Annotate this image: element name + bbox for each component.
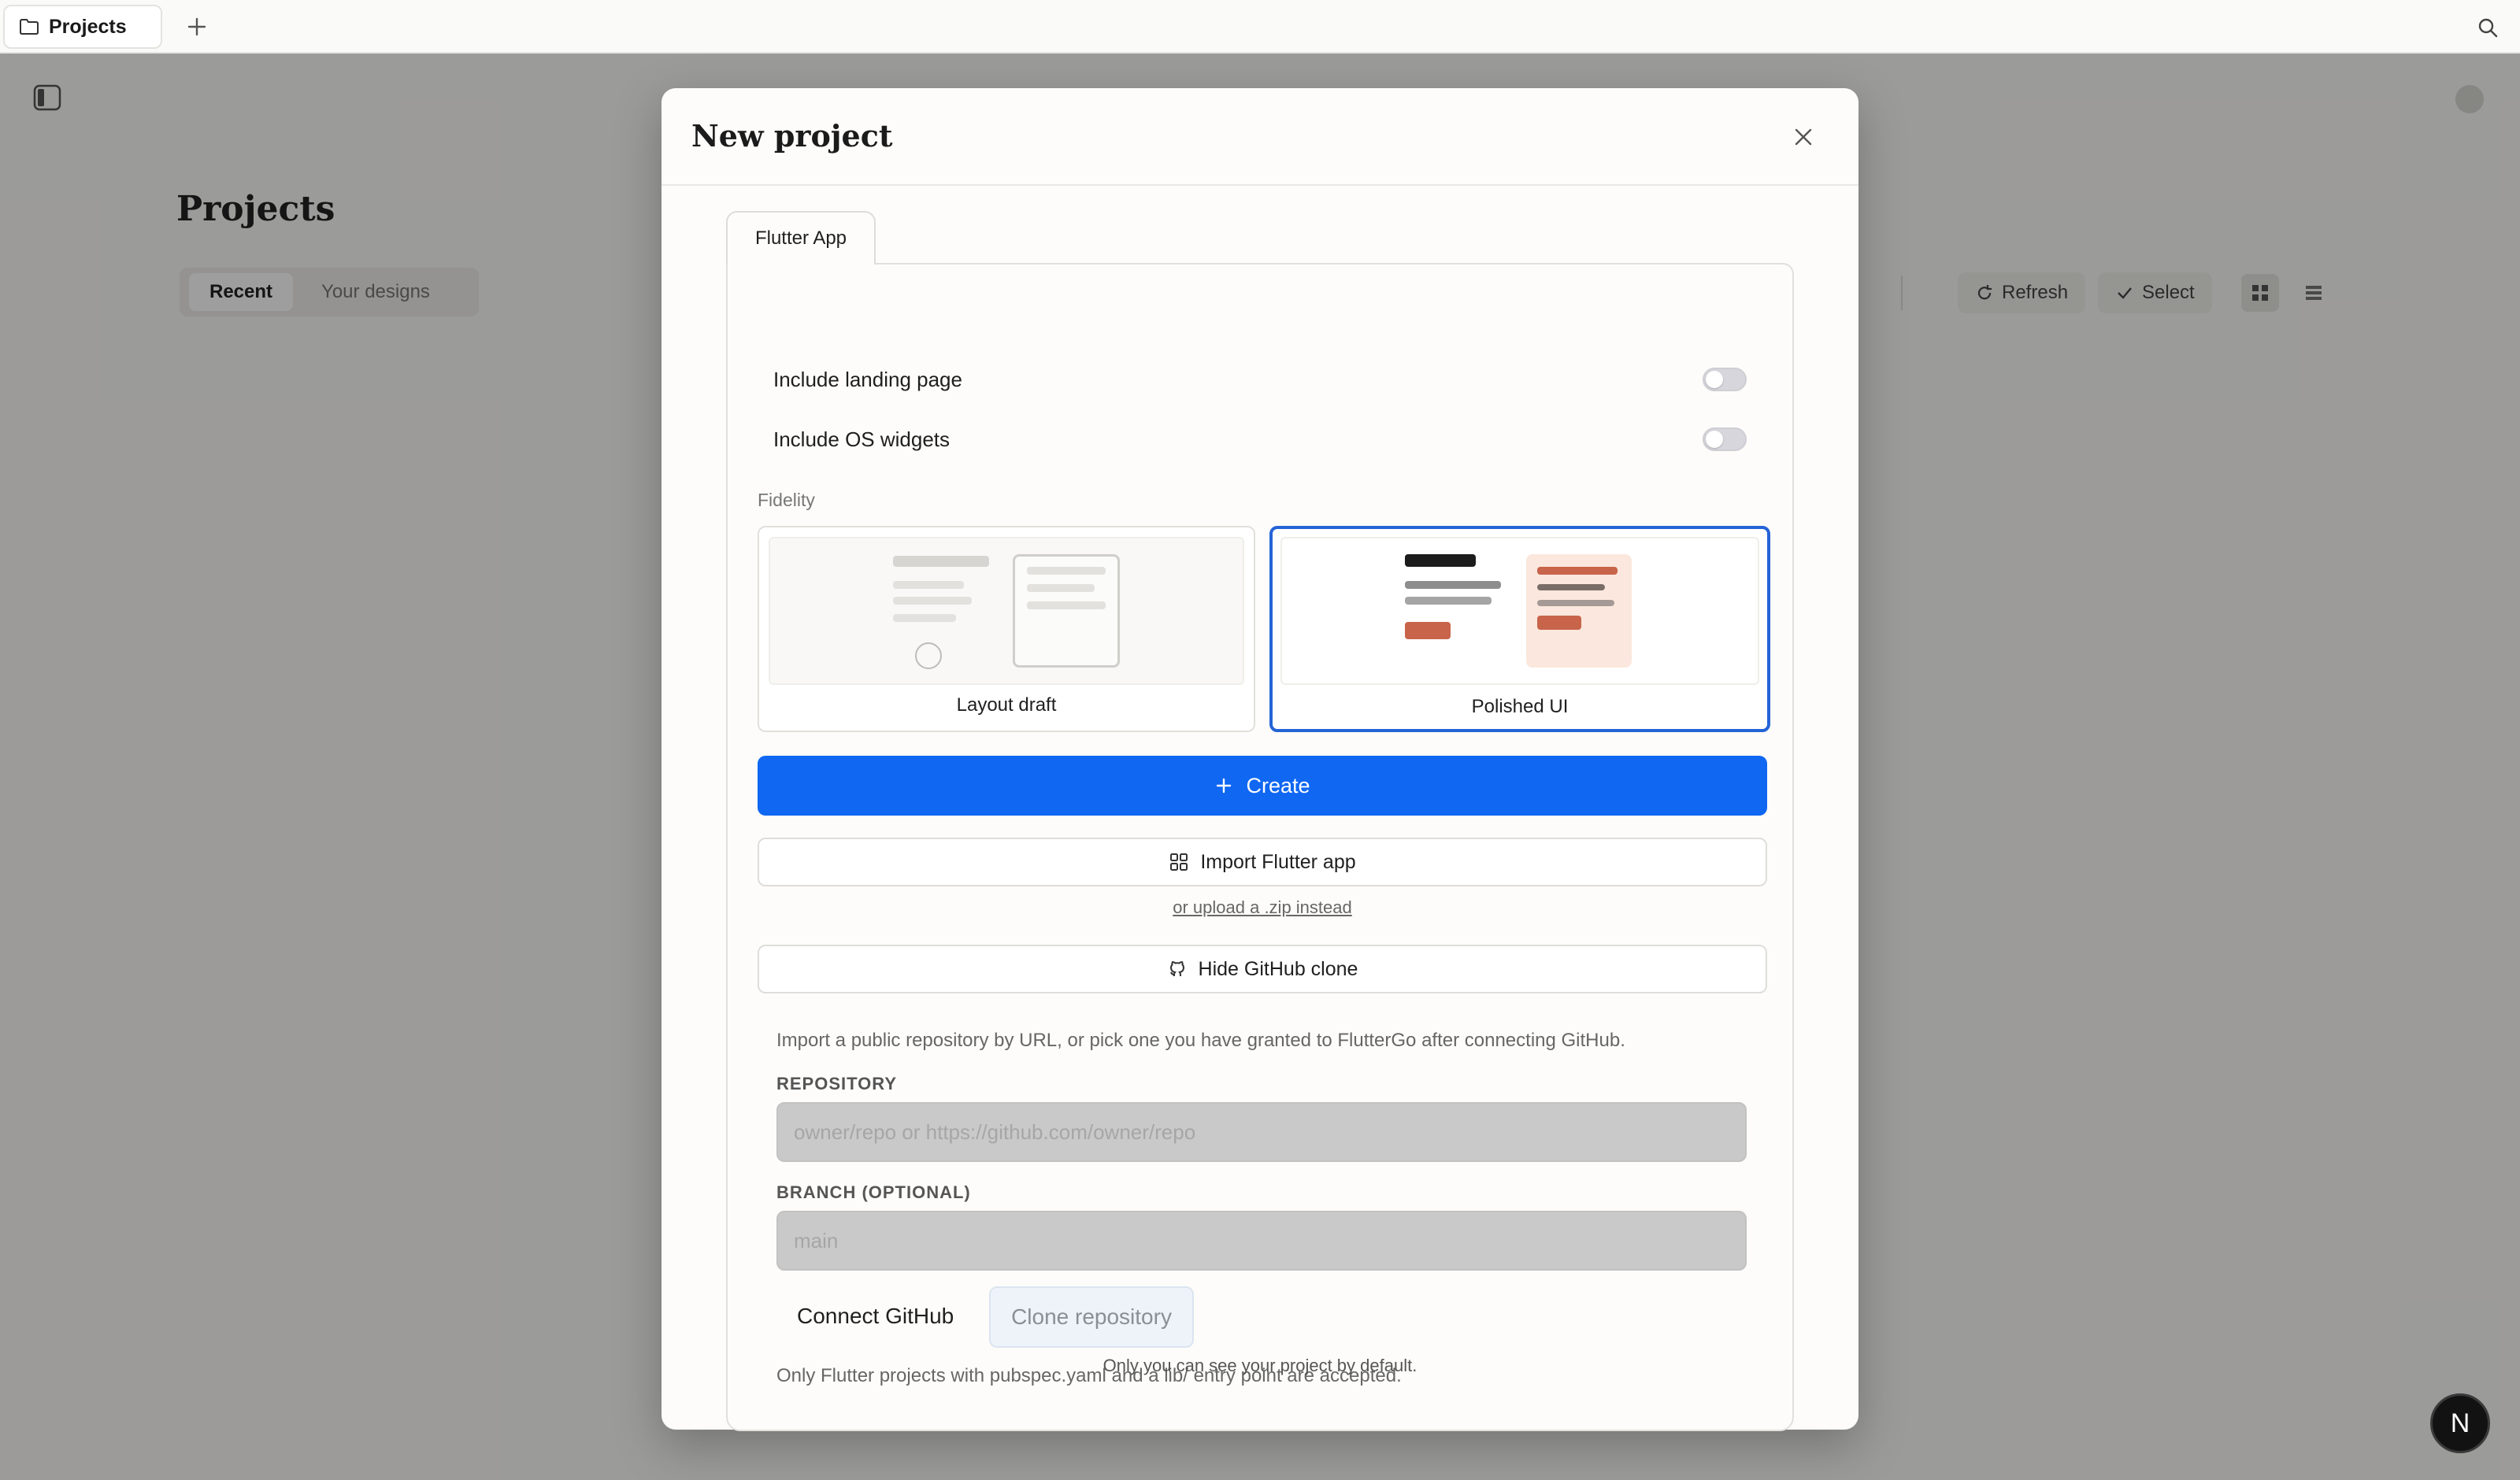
folder-icon (19, 18, 39, 35)
clone-repository-button[interactable]: Clone repository (989, 1286, 1194, 1348)
tab-projects[interactable]: Projects (3, 5, 162, 49)
new-project-dialog: New project Flutter App Include landing … (662, 88, 1858, 1431)
repository-label: REPOSITORY (776, 1074, 898, 1093)
toggle-row-os-widgets: Include OS widgets (773, 416, 1747, 463)
plus-icon (1214, 776, 1233, 795)
landing-page-switch[interactable] (1703, 368, 1747, 391)
toggle-row-landing-page: Include landing page (773, 356, 1747, 403)
tab-panel: Include landing page Include OS widgets … (726, 263, 1794, 1431)
github-description: Import a public repository by URL, or pi… (776, 1030, 1625, 1051)
card-label: Layout draft (956, 694, 1057, 716)
top-tab-bar: Projects (0, 0, 2520, 54)
upload-zip-link[interactable]: or upload a .zip instead (758, 897, 1767, 918)
close-icon (1792, 126, 1814, 148)
search-icon[interactable] (2476, 16, 2500, 39)
connect-github-button[interactable]: Connect GitHub (776, 1286, 974, 1346)
import-flutter-app-button[interactable]: Import Flutter app (758, 838, 1767, 886)
fidelity-label: Fidelity (758, 490, 815, 510)
github-toggle-label: Hide GitHub clone (1198, 957, 1358, 980)
hide-github-clone-button[interactable]: Hide GitHub clone (758, 945, 1767, 993)
create-button[interactable]: Create (758, 756, 1767, 816)
card-label: Polished UI (1471, 696, 1569, 717)
tab-label: Projects (49, 15, 127, 38)
dialog-title: New project (691, 118, 893, 154)
create-label: Create (1246, 773, 1310, 797)
branch-label: BRANCH (OPTIONAL) (776, 1182, 971, 1202)
fidelity-option-layout-draft[interactable]: Layout draft (758, 526, 1255, 732)
toggle-label: Include OS widgets (773, 427, 951, 451)
account-avatar-button[interactable]: N (2430, 1393, 2490, 1453)
grid-icon (1169, 852, 1189, 872)
plus-icon[interactable] (183, 13, 211, 41)
os-widgets-switch[interactable] (1703, 427, 1747, 451)
polished-ui-preview (1280, 537, 1759, 685)
import-label: Import Flutter app (1200, 850, 1356, 873)
repository-input[interactable] (776, 1102, 1747, 1162)
tab-flutter-app[interactable]: Flutter App (726, 211, 876, 265)
layout-draft-preview (769, 537, 1244, 685)
github-icon (1167, 959, 1188, 979)
close-button[interactable] (1786, 120, 1821, 154)
fidelity-option-polished-ui[interactable]: Polished UI (1269, 526, 1770, 732)
visibility-note: Only you can see your project by default… (1102, 1356, 1418, 1375)
toggle-label: Include landing page (773, 367, 962, 391)
branch-input[interactable] (776, 1211, 1747, 1271)
dialog-header: New project (662, 88, 1858, 186)
